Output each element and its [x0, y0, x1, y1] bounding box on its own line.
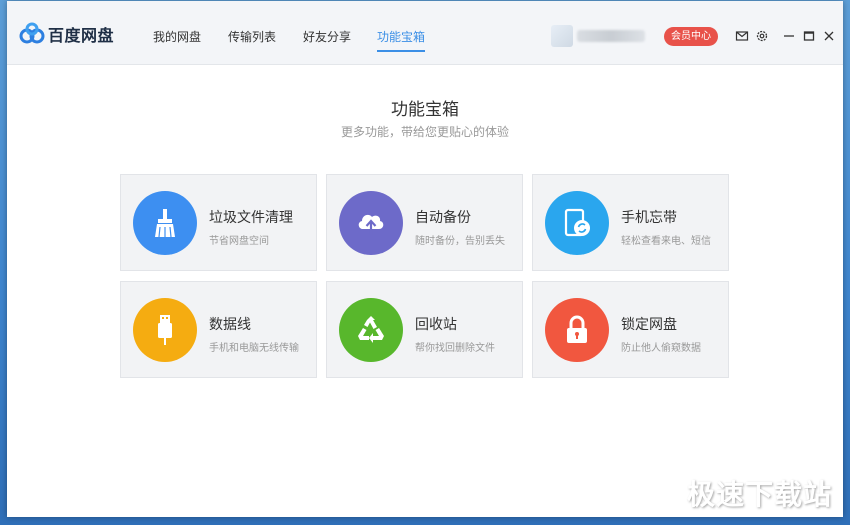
feature-desc: 帮你找回删除文件: [415, 343, 495, 354]
cloud-upload-icon: [339, 191, 403, 255]
tab-friend-share[interactable]: 好友分享: [303, 28, 351, 58]
feature-card-recycle-bin[interactable]: 回收站 帮你找回删除文件: [326, 281, 523, 378]
feature-title: 回收站: [415, 317, 457, 333]
feature-desc: 节省网盘空间: [209, 236, 269, 247]
username-blurred: [577, 30, 645, 42]
avatar[interactable]: [551, 25, 573, 47]
page-subtitle: 更多功能，带给您更贴心的体验: [340, 125, 509, 139]
feature-desc: 轻松查看来电、短信: [621, 236, 711, 247]
feature-title: 锁定网盘: [621, 317, 677, 333]
close-icon[interactable]: [822, 29, 836, 43]
tab-transfer-list[interactable]: 传输列表: [228, 28, 276, 58]
feature-card-data-cable[interactable]: 数据线 手机和电脑无线传输: [120, 281, 317, 378]
tab-toolbox[interactable]: 功能宝箱: [377, 28, 426, 58]
app-name: 百度网盘: [48, 26, 115, 45]
title-bar: 百度网盘 我的网盘 传输列表 好友分享 功能宝箱 会员中心: [7, 1, 843, 65]
feature-desc: 手机和电脑无线传输: [209, 343, 299, 354]
gear-icon[interactable]: [755, 29, 769, 43]
maximize-icon[interactable]: [802, 29, 816, 43]
site-watermark: 极速下载站: [686, 478, 832, 511]
feature-title: 垃圾文件清理: [209, 210, 293, 226]
mail-icon[interactable]: [735, 29, 749, 43]
app-window: 百度网盘 我的网盘 传输列表 好友分享 功能宝箱 会员中心 功能宝箱 更多功能，…: [7, 1, 843, 517]
user-account[interactable]: [551, 25, 651, 47]
feature-card-auto-backup[interactable]: 自动备份 随时备份，告别丢失: [326, 174, 523, 271]
broom-icon: [133, 191, 197, 255]
tab-my-disk[interactable]: 我的网盘: [153, 28, 201, 58]
feature-desc: 防止他人偷窥数据: [621, 343, 701, 354]
toolbox-page: 功能宝箱 更多功能，带给您更贴心的体验 垃圾文件清理 节省网盘空间 自动备份 随…: [7, 65, 843, 517]
page-title: 功能宝箱: [391, 100, 459, 120]
feature-title: 手机忘带: [621, 210, 677, 226]
feature-title: 自动备份: [415, 210, 471, 226]
feature-desc: 随时备份，告别丢失: [415, 236, 505, 247]
usb-icon: [133, 298, 197, 362]
baidu-cloud-logo-icon: [19, 22, 45, 44]
feature-card-lock-disk[interactable]: 锁定网盘 防止他人偷窥数据: [532, 281, 729, 378]
recycle-icon: [339, 298, 403, 362]
phone-sync-icon: [545, 191, 609, 255]
feature-title: 数据线: [209, 317, 251, 333]
feature-card-phone-forgot[interactable]: 手机忘带 轻松查看来电、短信: [532, 174, 729, 271]
lock-icon: [545, 298, 609, 362]
feature-card-junk-cleanup[interactable]: 垃圾文件清理 节省网盘空间: [120, 174, 317, 271]
minimize-icon[interactable]: [782, 29, 796, 43]
vip-center-button[interactable]: 会员中心: [664, 27, 718, 46]
app-logo: 百度网盘: [19, 21, 114, 47]
